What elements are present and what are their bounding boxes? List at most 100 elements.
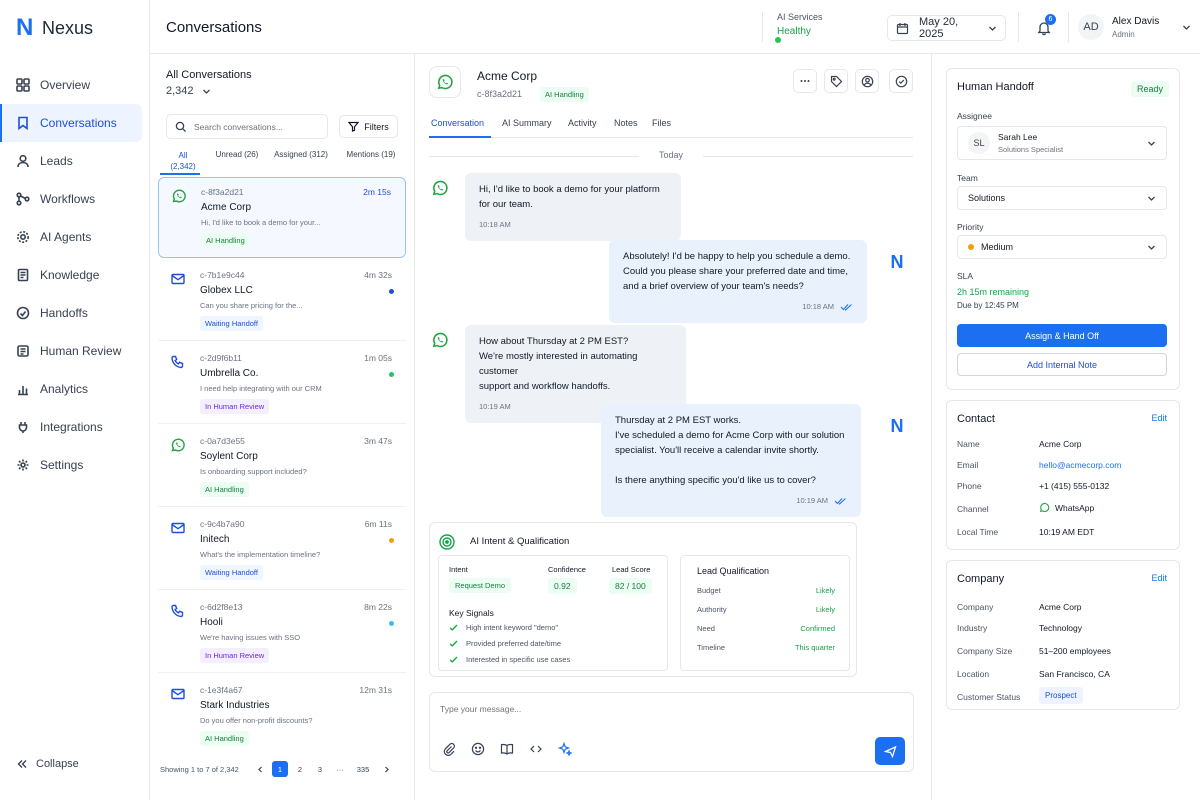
list-item[interactable]: c-0a7d3e55 3m 47s Soylent Corp Is onboar… — [158, 427, 406, 507]
assignee-select[interactable]: SL Sarah Lee Solutions Specialist — [957, 126, 1167, 160]
sidebar-item-leads[interactable]: Leads — [0, 142, 150, 180]
contact-name: Umbrella Co. — [200, 368, 259, 379]
human-handoff-card: Human Handoff Ready Assignee SL Sarah Le… — [946, 68, 1180, 390]
lead-qual-key: Timeline — [697, 643, 726, 652]
code-icon[interactable] — [529, 742, 545, 758]
page-button[interactable]: 2 — [292, 761, 308, 777]
tab-files[interactable]: Files — [652, 118, 671, 128]
divider — [1068, 12, 1069, 42]
sidebar-item-ai-agents[interactable]: AI Agents — [0, 218, 150, 256]
next-page-button[interactable] — [378, 761, 394, 777]
lead-score-label: Lead Score — [612, 565, 651, 574]
sidebar-item-integrations[interactable]: Integrations — [0, 408, 150, 446]
company-field-label: Location — [957, 669, 990, 679]
attachment-icon[interactable] — [442, 742, 458, 758]
tab-conversation[interactable]: Conversation — [431, 118, 484, 128]
conversation-count-dropdown[interactable]: 2,342 — [166, 85, 211, 97]
list-title: All Conversations — [166, 69, 252, 81]
page-title: Conversations — [166, 19, 262, 36]
handoff-icon — [16, 306, 30, 320]
nexus-logo-icon: N — [16, 14, 34, 41]
sidebar-item-analytics[interactable]: Analytics — [0, 370, 150, 408]
list-item[interactable]: c-6d2f8e13 8m 22s Hooli We're having iss… — [158, 593, 406, 673]
sidebar-item-settings[interactable]: Settings — [0, 446, 150, 484]
unread-dot — [389, 621, 394, 626]
sidebar-item-conversations[interactable]: Conversations — [0, 104, 142, 142]
filters-label: Filters — [364, 121, 389, 132]
list-item[interactable]: c-8f3a2d21 2m 15s Acme Corp Hi, I'd like… — [158, 177, 406, 258]
book-icon[interactable] — [500, 742, 516, 758]
wait-time: 1m 05s — [364, 353, 392, 363]
tab-mentions[interactable]: Mentions (19) — [342, 150, 400, 159]
message-line: support and workflow handoffs. — [479, 381, 611, 392]
company-industry-value: Technology — [1039, 623, 1083, 633]
plug-icon — [16, 420, 30, 434]
tag-button[interactable] — [824, 69, 848, 93]
contact-email-link[interactable]: hello@acmecorp.com — [1039, 460, 1121, 470]
resolve-button[interactable] — [889, 69, 913, 93]
lead-qualification-title: Lead Qualification — [697, 566, 770, 576]
page-button[interactable]: 1 — [272, 761, 288, 777]
whatsapp-icon — [436, 73, 454, 91]
send-button[interactable] — [875, 737, 905, 765]
contact-field-label: Channel — [957, 504, 989, 514]
sidebar-item-human-review[interactable]: Human Review — [0, 332, 150, 370]
emoji-icon[interactable] — [471, 742, 487, 758]
whatsapp-icon — [171, 188, 187, 204]
company-title: Company — [957, 573, 1005, 585]
company-name-value: Acme Corp — [1039, 602, 1082, 612]
priority-label: Priority — [957, 222, 984, 232]
app-logo[interactable]: N Nexus — [16, 16, 93, 40]
chat-contact-name: Acme Corp — [477, 69, 538, 83]
notifications-button[interactable]: 6 — [1030, 14, 1058, 42]
filters-button[interactable]: Filters — [339, 115, 398, 138]
key-signals-title: Key Signals — [449, 608, 494, 618]
message-time: 10:18 AM — [479, 220, 511, 229]
edit-company-button[interactable]: Edit — [1151, 573, 1167, 583]
avatar: AD — [1078, 14, 1104, 40]
message-input[interactable] — [440, 704, 900, 714]
tab-activity[interactable]: Activity — [568, 118, 597, 128]
ai-services-health: Healthy — [777, 26, 811, 37]
ai-services-label: AI Services — [777, 12, 823, 22]
sparkle-ai-icon[interactable] — [558, 742, 574, 758]
sidebar-nav: Overview Conversations Leads Workflows A… — [0, 66, 150, 484]
list-item[interactable]: c-2d9f6b11 1m 05s Umbrella Co. I need he… — [158, 344, 406, 424]
settings-icon — [16, 458, 30, 472]
list-item[interactable]: c-7b1e9c44 4m 32s Globex LLC Can you sha… — [158, 261, 406, 341]
sidebar-item-overview[interactable]: Overview — [0, 66, 150, 104]
ai-services-status: AI Services Healthy — [762, 12, 823, 43]
list-item[interactable]: c-9c4b7a90 6m 11s Initech What's the imp… — [158, 510, 406, 590]
check-icon — [449, 623, 458, 632]
sidebar-item-handoffs[interactable]: Handoffs — [0, 294, 150, 332]
sidebar-item-label: Knowledge — [40, 268, 100, 282]
more-button[interactable] — [793, 69, 817, 93]
sidebar-item-knowledge[interactable]: Knowledge — [0, 256, 150, 294]
page-button[interactable]: 3 — [312, 761, 328, 777]
page-button[interactable]: 335 — [352, 761, 374, 777]
team-select[interactable]: Solutions — [957, 186, 1167, 210]
collapse-button[interactable]: Collapse — [16, 758, 79, 770]
status-dot-icon — [775, 37, 781, 43]
assign-user-button[interactable] — [855, 69, 879, 93]
assign-hand-off-button[interactable]: Assign & Hand Off — [957, 324, 1167, 347]
date-picker[interactable]: May 20, 2025 — [887, 15, 1006, 41]
priority-select[interactable]: Medium — [957, 235, 1167, 259]
whatsapp-icon — [170, 437, 186, 453]
status-badge: AI Handling — [540, 87, 589, 102]
tab-ai-summary[interactable]: AI Summary — [502, 118, 552, 128]
tab-assigned[interactable]: Assigned (312) — [272, 150, 330, 159]
prev-page-button[interactable] — [252, 761, 268, 777]
list-item[interactable]: c-1e3f4a67 12m 31s Stark Industries Do y… — [158, 676, 406, 756]
assignee-name: Sarah Lee — [998, 132, 1038, 142]
chat-conversation-id: c-8f3a2d21 — [477, 89, 523, 99]
tab-notes[interactable]: Notes — [614, 118, 638, 128]
user-menu[interactable]: AD Alex Davis Admin — [1078, 14, 1191, 40]
edit-contact-button[interactable]: Edit — [1151, 413, 1167, 423]
add-internal-note-button[interactable]: Add Internal Note — [957, 353, 1167, 376]
tab-unread[interactable]: Unread (26) — [212, 150, 262, 159]
tab-all[interactable]: All (2,342) — [162, 150, 204, 172]
sidebar-item-workflows[interactable]: Workflows — [0, 180, 150, 218]
search-input[interactable]: Search conversations... — [166, 114, 328, 139]
wait-time: 2m 15s — [363, 187, 391, 197]
